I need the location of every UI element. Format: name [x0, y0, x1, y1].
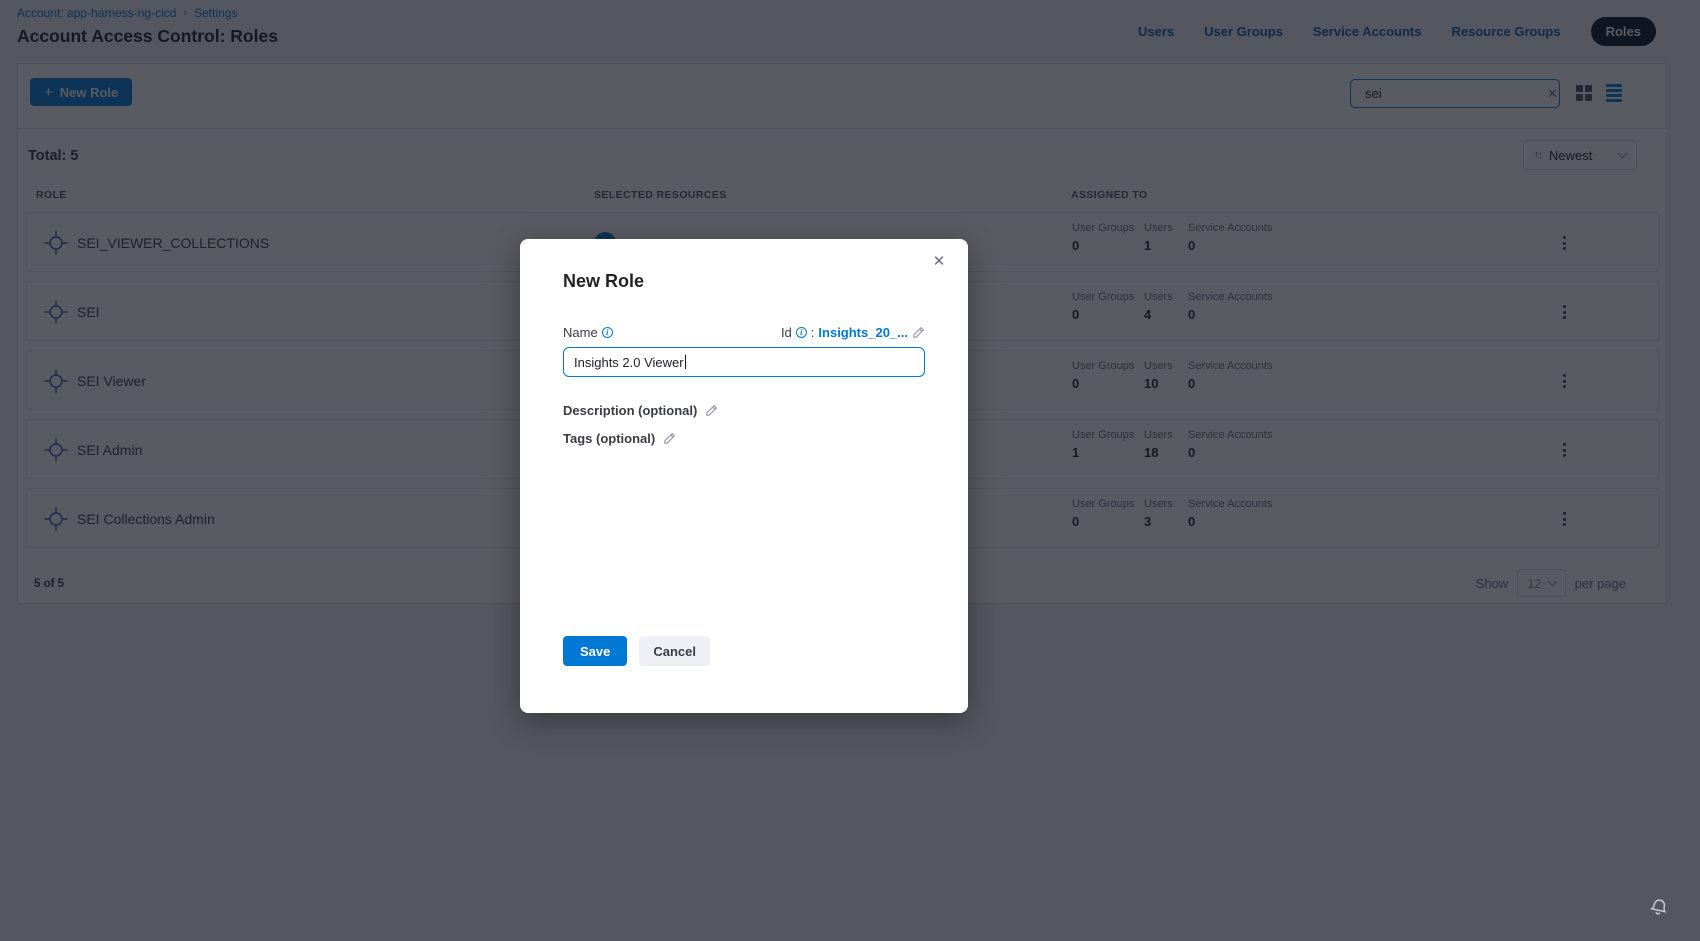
tags-row: Tags (optional): [563, 431, 676, 446]
modal-actions: Save Cancel: [563, 636, 710, 666]
description-row: Description (optional): [563, 403, 718, 418]
id-value-link[interactable]: Insights_20_...: [818, 325, 908, 340]
id-group: Id i : Insights_20_...: [781, 325, 925, 340]
info-icon: i: [796, 327, 807, 338]
text-caret: [685, 355, 686, 369]
tags-label: Tags (optional): [563, 431, 655, 446]
role-name-input-value: Insights 2.0 Viewer: [574, 355, 684, 370]
description-label: Description (optional): [563, 403, 697, 418]
edit-tags-pencil-icon[interactable]: [663, 432, 676, 445]
modal-title: New Role: [563, 271, 644, 292]
id-label: Id: [781, 325, 792, 340]
name-id-row: Name i Id i : Insights_20_...: [563, 325, 925, 340]
id-separator: :: [811, 325, 815, 340]
edit-description-pencil-icon[interactable]: [705, 404, 718, 417]
screen: Account: app-harness-ng-cicd › Settings …: [0, 0, 1700, 941]
close-icon[interactable]: ✕: [930, 253, 948, 271]
name-label: Name: [563, 325, 598, 340]
cancel-button[interactable]: Cancel: [639, 636, 710, 666]
info-icon: i: [602, 327, 613, 338]
save-button[interactable]: Save: [563, 636, 627, 666]
notification-bell-icon[interactable]: [1648, 896, 1670, 923]
role-name-input[interactable]: Insights 2.0 Viewer: [563, 347, 925, 377]
new-role-modal: ✕ New Role Name i Id i : Insights_20_...…: [520, 239, 968, 713]
edit-id-pencil-icon[interactable]: [912, 326, 925, 339]
